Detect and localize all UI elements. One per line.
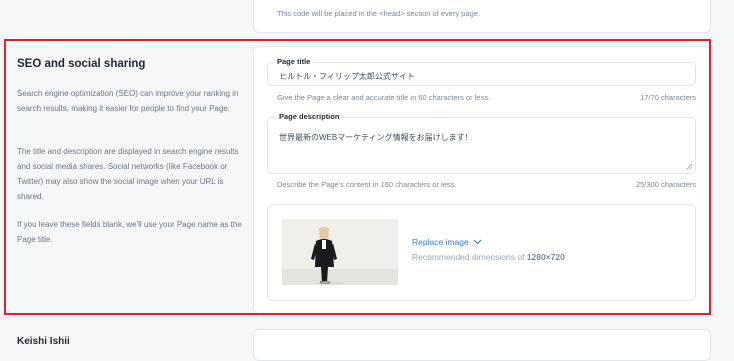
head-code-help: This code will be placed in the <head> s… xyxy=(277,9,481,18)
highlight-box xyxy=(4,39,711,315)
next-section-card xyxy=(253,329,711,361)
